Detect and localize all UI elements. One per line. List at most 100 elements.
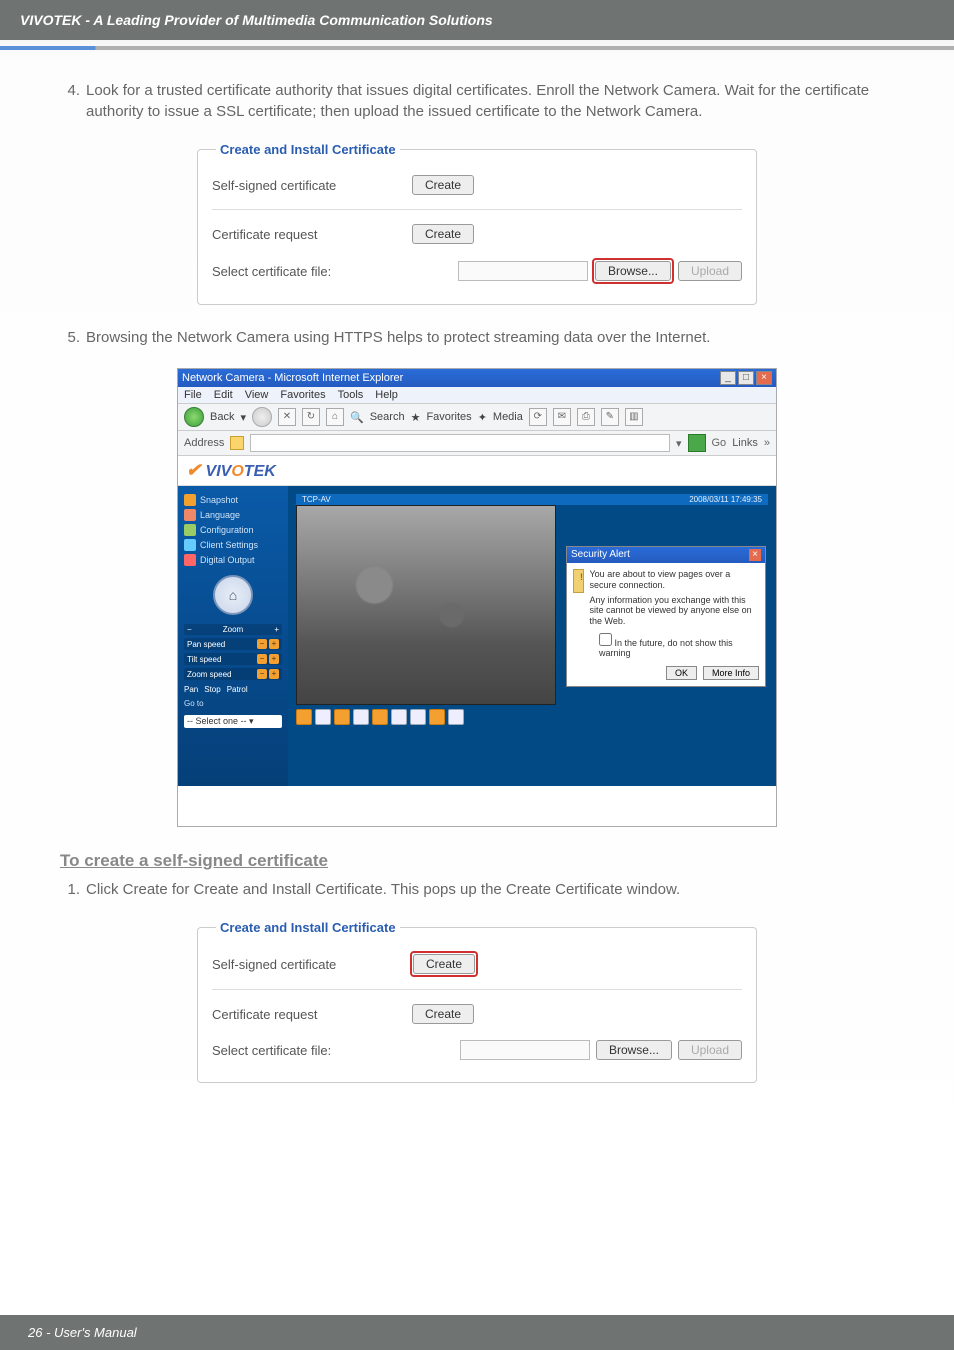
- cert-file-input-2[interactable]: [460, 1040, 590, 1060]
- sidebar-item-configuration[interactable]: Configuration: [184, 524, 282, 536]
- menu-favorites[interactable]: Favorites: [280, 389, 325, 401]
- sidebar-item-client-settings[interactable]: Client Settings: [184, 539, 282, 551]
- preset-select[interactable]: -- Select one -- ▾: [184, 715, 282, 728]
- vt-btn-3[interactable]: [334, 709, 350, 725]
- step-5: 5. Browsing the Network Camera using HTT…: [60, 327, 894, 348]
- upload-button-2[interactable]: Upload: [678, 1040, 742, 1060]
- go-label[interactable]: Go: [712, 437, 727, 449]
- links-label[interactable]: Links: [732, 437, 758, 449]
- alert-suppress-checkbox[interactable]: [599, 633, 612, 646]
- create-cert-request-button-2[interactable]: Create: [412, 1004, 474, 1024]
- home-icon[interactable]: ⌂: [326, 408, 344, 426]
- minimize-button[interactable]: _: [720, 371, 736, 385]
- gear-icon: [184, 524, 196, 536]
- vt-btn-5[interactable]: [372, 709, 388, 725]
- label-select-file: Select certificate file:: [212, 264, 412, 279]
- create-cert-request-button[interactable]: Create: [412, 224, 474, 244]
- shield-icon: [573, 569, 584, 593]
- forward-icon[interactable]: [252, 407, 272, 427]
- pan-button[interactable]: Pan: [184, 685, 198, 694]
- zoom-speed-control[interactable]: Zoom speed−+: [184, 668, 282, 680]
- sidebar-item-language[interactable]: Language: [184, 509, 282, 521]
- search-label[interactable]: Search: [370, 411, 405, 423]
- zoom-speed-label: Zoom speed: [187, 670, 231, 679]
- close-button[interactable]: ×: [756, 371, 772, 385]
- ptz-dial[interactable]: ⌂: [213, 575, 253, 615]
- pan-speed-control[interactable]: Pan speed−+: [184, 638, 282, 650]
- refresh-icon[interactable]: ↻: [302, 408, 320, 426]
- step-4: 4. Look for a trusted certificate author…: [60, 80, 894, 122]
- menu-help[interactable]: Help: [375, 389, 398, 401]
- vt-btn-7[interactable]: [410, 709, 426, 725]
- create-self-signed-button[interactable]: Create: [412, 175, 474, 195]
- stop-icon[interactable]: ✕: [278, 408, 296, 426]
- step-5-text: Browsing the Network Camera using HTTPS …: [86, 327, 894, 348]
- mail-icon[interactable]: ✉: [553, 408, 571, 426]
- go-button[interactable]: [688, 434, 706, 452]
- preset-select-value: -- Select one --: [187, 716, 247, 726]
- alert-checkbox-row: In the future, do not show this warning: [567, 633, 765, 662]
- video-frame: [296, 505, 556, 705]
- vt-btn-6[interactable]: [391, 709, 407, 725]
- address-bar: Address ▾ Go Links »: [178, 431, 776, 456]
- edit-icon[interactable]: ✎: [601, 408, 619, 426]
- vt-btn-8[interactable]: [429, 709, 445, 725]
- menu-view[interactable]: View: [245, 389, 269, 401]
- goto-label: Go to: [184, 699, 282, 708]
- links-chevron-icon[interactable]: »: [764, 437, 770, 449]
- vt-btn-4[interactable]: [353, 709, 369, 725]
- alert-more-info-button[interactable]: More Info: [703, 666, 759, 680]
- vt-btn-1[interactable]: [296, 709, 312, 725]
- sidebar-item-digital-output[interactable]: Digital Output: [184, 554, 282, 566]
- back-icon[interactable]: [184, 407, 204, 427]
- sidebar-label-digital-output: Digital Output: [200, 555, 255, 565]
- address-dropdown-icon[interactable]: ▾: [676, 437, 682, 450]
- window-buttons: _ □ ×: [720, 371, 772, 385]
- upload-button[interactable]: Upload: [678, 261, 742, 281]
- patrol-button[interactable]: Patrol: [227, 685, 248, 694]
- media-icon[interactable]: ✦: [478, 411, 487, 424]
- label-self-signed: Self-signed certificate: [212, 178, 412, 193]
- vt-btn-2[interactable]: [315, 709, 331, 725]
- zoom-control[interactable]: −Zoom+: [184, 624, 282, 635]
- search-icon[interactable]: 🔍: [350, 411, 364, 424]
- discuss-icon[interactable]: ▥: [625, 408, 643, 426]
- history-icon[interactable]: ⟳: [529, 408, 547, 426]
- doc-header-title: VIVOTEK - A Leading Provider of Multimed…: [20, 12, 493, 28]
- favorites-icon[interactable]: ★: [411, 411, 421, 424]
- vt-btn-9[interactable]: [448, 709, 464, 725]
- menubar: File Edit View Favorites Tools Help: [178, 387, 776, 404]
- menu-tools[interactable]: Tools: [338, 389, 364, 401]
- stop-button[interactable]: Stop: [204, 685, 220, 694]
- browse-highlight: Browse...: [594, 260, 672, 282]
- menu-file[interactable]: File: [184, 389, 202, 401]
- row-select-file: Select certificate file: Browse... Uploa…: [212, 252, 742, 290]
- page-content: 4. Look for a trusted certificate author…: [0, 80, 954, 1083]
- video-info-bar: TCP-AV 2008/03/11 17:49:35: [296, 494, 768, 505]
- media-label[interactable]: Media: [493, 411, 523, 423]
- back-label[interactable]: Back: [210, 411, 234, 423]
- address-input[interactable]: [250, 434, 670, 452]
- alert-ok-button[interactable]: OK: [666, 666, 697, 680]
- alert-close-button[interactable]: ×: [749, 549, 761, 561]
- tilt-speed-label: Tilt speed: [187, 655, 221, 664]
- camera-sidebar: Snapshot Language Configuration Client S…: [178, 486, 288, 786]
- browse-button-2[interactable]: Browse...: [596, 1040, 672, 1060]
- maximize-button[interactable]: □: [738, 371, 754, 385]
- camera-app-body: Snapshot Language Configuration Client S…: [178, 486, 776, 786]
- label-cert-request-2: Certificate request: [212, 1007, 412, 1022]
- cert-file-input[interactable]: [458, 261, 588, 281]
- create-self-signed-button-2[interactable]: Create: [413, 954, 475, 974]
- back-dropdown-icon[interactable]: ▾: [240, 411, 246, 424]
- browse-button[interactable]: Browse...: [595, 261, 671, 281]
- footer-text: 26 - User's Manual: [28, 1325, 137, 1340]
- patrol-row: Pan Stop Patrol: [184, 685, 282, 694]
- sidebar-item-snapshot[interactable]: Snapshot: [184, 494, 282, 506]
- print-icon[interactable]: ⎙: [577, 408, 595, 426]
- address-label: Address: [184, 437, 224, 449]
- tilt-speed-control[interactable]: Tilt speed−+: [184, 653, 282, 665]
- menu-edit[interactable]: Edit: [214, 389, 233, 401]
- substep-1-text: Click Create for Create and Install Cert…: [86, 879, 894, 900]
- favorites-label[interactable]: Favorites: [426, 411, 471, 423]
- row-cert-request: Certificate request Create: [212, 216, 742, 252]
